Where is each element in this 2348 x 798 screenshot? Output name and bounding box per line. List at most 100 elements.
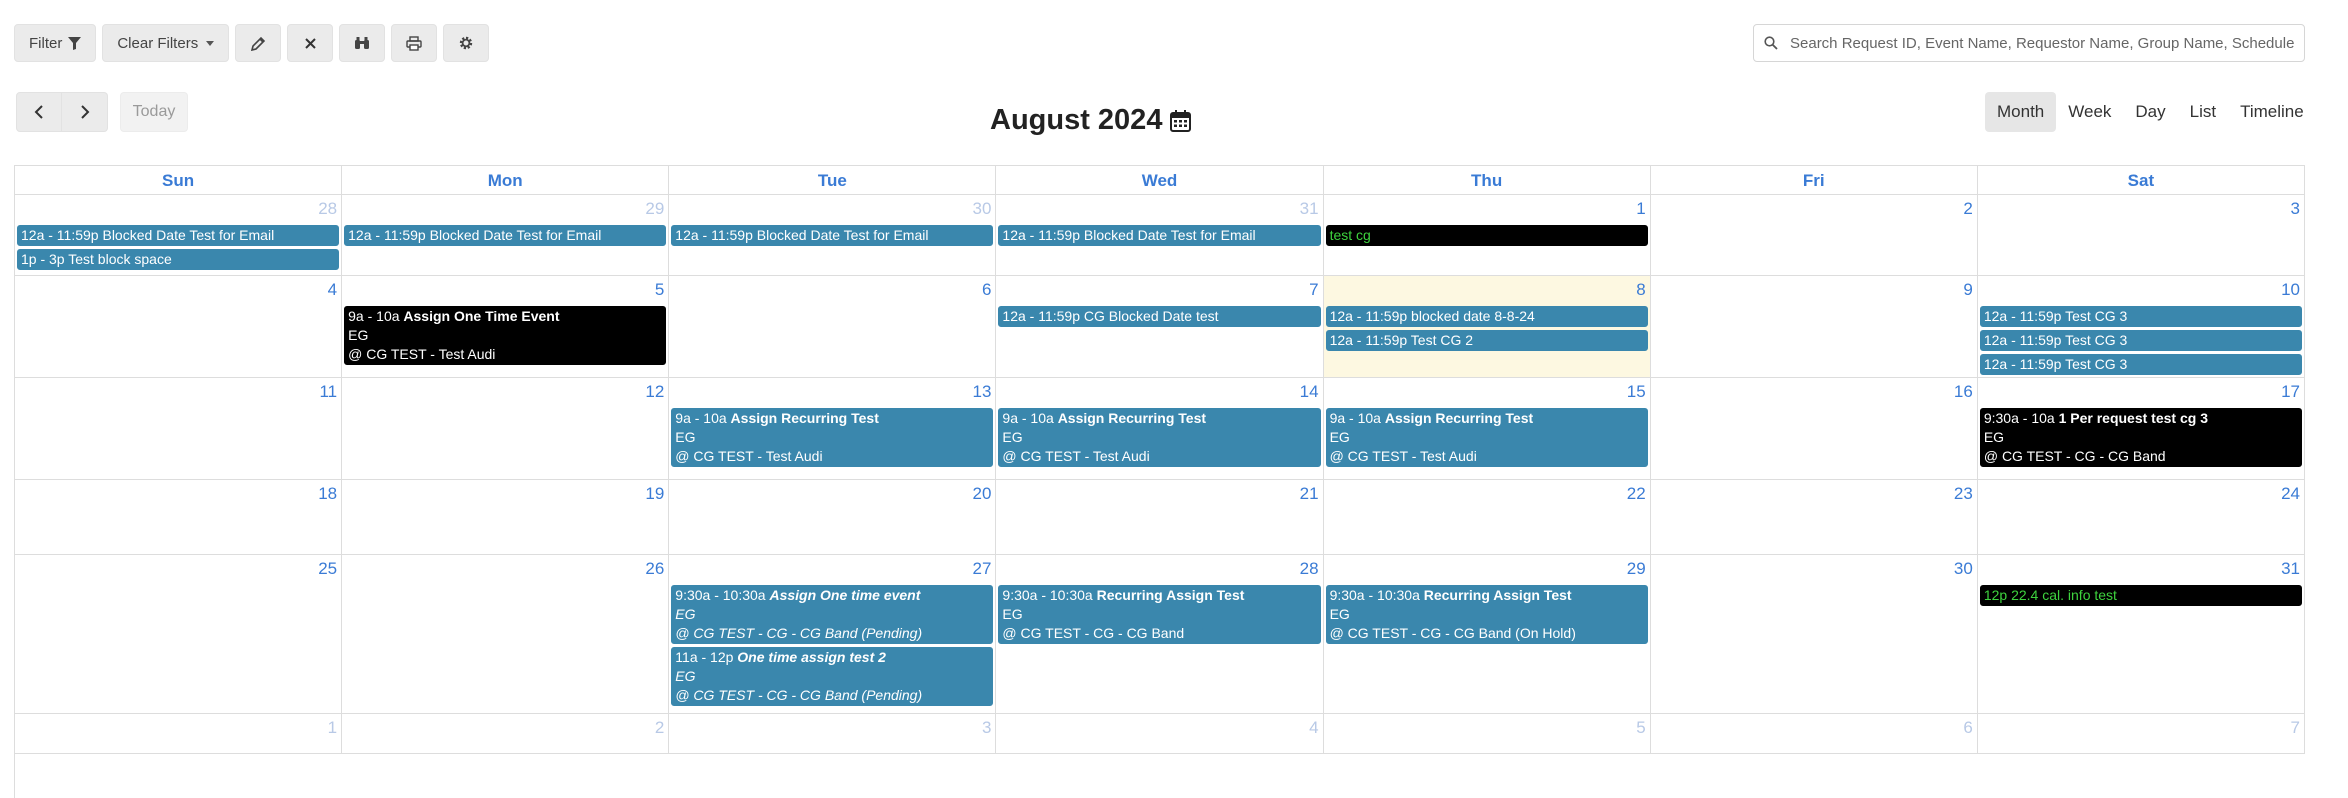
day-number[interactable]: 5 xyxy=(655,280,664,300)
day-cell[interactable]: 30 12a - 11:59p Blocked Date Test for Ema… xyxy=(669,195,997,275)
day-cell[interactable]: 3 xyxy=(1978,195,2305,275)
calendar-event[interactable]: 9:30a - 10:30a Recurring Assign Test EG @ … xyxy=(998,585,1321,644)
day-number[interactable]: 20 xyxy=(973,484,992,504)
day-cell[interactable]: 3 xyxy=(669,714,997,753)
day-number[interactable]: 7 xyxy=(1309,280,1318,300)
day-cell[interactable]: 7 xyxy=(1978,714,2305,753)
view-list-button[interactable]: List xyxy=(2178,92,2228,132)
day-cell[interactable]: 26 xyxy=(342,555,670,713)
view-week-button[interactable]: Week xyxy=(2056,92,2123,132)
day-number[interactable]: 11 xyxy=(319,382,337,402)
day-cell[interactable]: 20 xyxy=(669,480,997,554)
clear-button[interactable] xyxy=(287,24,334,62)
day-number[interactable]: 2 xyxy=(1963,199,1972,219)
day-number[interactable]: 13 xyxy=(973,382,992,402)
day-number[interactable]: 29 xyxy=(645,199,664,219)
day-cell[interactable]: 4 xyxy=(15,276,343,377)
day-number[interactable]: 28 xyxy=(1300,559,1319,579)
calendar-event[interactable]: 9a - 10a Assign Recurring Test EG @ CG TES… xyxy=(1325,408,1648,467)
calendar-icon[interactable] xyxy=(1170,109,1192,132)
view-day-button[interactable]: Day xyxy=(2123,92,2177,132)
print-button[interactable] xyxy=(391,24,438,62)
day-number[interactable]: 23 xyxy=(1954,484,1973,504)
settings-button[interactable] xyxy=(443,24,490,62)
day-cell[interactable]: 29 9:30a - 10:30a Recurring Assign Test EG… xyxy=(1324,555,1651,713)
day-number[interactable]: 16 xyxy=(1954,382,1973,402)
today-button[interactable]: Today xyxy=(120,92,188,132)
day-cell[interactable]: 16 xyxy=(1651,378,1978,479)
day-number[interactable]: 30 xyxy=(973,199,992,219)
view-month-button[interactable]: Month xyxy=(1985,92,2057,132)
clear-filters-button[interactable]: Clear Filters xyxy=(102,24,230,62)
day-number[interactable]: 6 xyxy=(1963,718,1972,738)
calendar-event[interactable]: 12a - 11:59p CG Blocked Date test xyxy=(998,306,1321,327)
day-cell[interactable]: 5 xyxy=(1324,714,1651,753)
day-cell[interactable]: 11 xyxy=(15,378,343,479)
calendar-event[interactable]: 12a - 11:59p Blocked Date Test for Email xyxy=(998,225,1321,246)
calendar-event[interactable]: 9a - 10a Assign Recurring Test EG @ CG TES… xyxy=(671,408,994,467)
calendar-event[interactable]: 9:30a - 10a 1 Per request test cg 3 EG @ C… xyxy=(1979,408,2302,467)
day-number[interactable]: 22 xyxy=(1627,484,1646,504)
calendar-event[interactable]: 12a - 11:59p blocked date 8-8-24 xyxy=(1325,306,1648,327)
day-number[interactable]: 5 xyxy=(1636,718,1645,738)
day-cell[interactable]: 7 12a - 11:59p CG Blocked Date test xyxy=(996,276,1324,377)
day-number[interactable]: 2 xyxy=(655,718,664,738)
day-number[interactable]: 19 xyxy=(645,484,664,504)
day-cell[interactable]: 22 xyxy=(1324,480,1651,554)
day-cell[interactable]: 21 xyxy=(996,480,1324,554)
day-number[interactable]: 29 xyxy=(1627,559,1646,579)
day-cell[interactable]: 2 xyxy=(342,714,670,753)
day-number[interactable]: 4 xyxy=(1309,718,1318,738)
day-number[interactable]: 4 xyxy=(328,280,337,300)
find-button[interactable] xyxy=(339,24,386,62)
day-number[interactable]: 24 xyxy=(2281,484,2300,504)
day-cell[interactable]: 30 xyxy=(1651,555,1978,713)
day-number[interactable]: 30 xyxy=(1954,559,1973,579)
day-number[interactable]: 25 xyxy=(318,559,337,579)
day-cell[interactable]: 17 9:30a - 10a 1 Per request test cg 3 EG @… xyxy=(1978,378,2305,479)
day-cell[interactable]: 25 xyxy=(15,555,343,713)
day-cell[interactable]: 24 xyxy=(1978,480,2305,554)
day-cell[interactable]: 1 test cg xyxy=(1324,195,1651,275)
day-number[interactable]: 3 xyxy=(2291,199,2300,219)
day-number[interactable]: 21 xyxy=(1300,484,1319,504)
day-number[interactable]: 10 xyxy=(2281,280,2300,300)
day-cell[interactable]: 23 xyxy=(1651,480,1978,554)
calendar-event[interactable]: 9a - 10a Assign One Time Event EG @ CG TES… xyxy=(344,306,667,365)
day-cell[interactable]: 29 12a - 11:59p Blocked Date Test for Ema… xyxy=(342,195,670,275)
day-cell[interactable]: 28 12a - 11:59p Blocked Date Test for Ema… xyxy=(15,195,343,275)
day-cell[interactable]: 31 12p 22.4 cal. info test xyxy=(1978,555,2305,713)
calendar-event[interactable]: 1p - 3p Test block space xyxy=(17,249,340,270)
day-number[interactable]: 18 xyxy=(318,484,337,504)
day-number[interactable]: 27 xyxy=(973,559,992,579)
day-cell[interactable]: 6 xyxy=(669,276,997,377)
day-cell[interactable]: 10 12a - 11:59p Test CG 3 12a - 11:59p Tes… xyxy=(1978,276,2305,377)
day-cell[interactable]: 4 xyxy=(996,714,1324,753)
day-cell[interactable]: 1 xyxy=(15,714,343,753)
day-cell[interactable]: 13 9a - 10a Assign Recurring Test EG @ CG T… xyxy=(669,378,997,479)
day-number[interactable]: 31 xyxy=(1300,199,1319,219)
day-cell[interactable]: 15 9a - 10a Assign Recurring Test EG @ CG T… xyxy=(1324,378,1651,479)
calendar-event[interactable]: 12a - 11:59p Blocked Date Test for Email xyxy=(17,225,340,246)
day-cell[interactable]: 19 xyxy=(342,480,670,554)
day-number[interactable]: 17 xyxy=(2281,382,2300,402)
calendar-event[interactable]: 9a - 10a Assign Recurring Test EG @ CG TES… xyxy=(998,408,1321,467)
day-number[interactable]: 12 xyxy=(645,382,664,402)
day-number[interactable]: 8 xyxy=(1636,280,1645,300)
calendar-event[interactable]: test cg xyxy=(1325,225,1648,246)
day-number[interactable]: 14 xyxy=(1300,382,1319,402)
calendar-event[interactable]: 12a - 11:59p Test CG 2 xyxy=(1325,330,1648,351)
next-month-button[interactable] xyxy=(62,92,108,132)
calendar-event[interactable]: 12a - 11:59p Blocked Date Test for Email xyxy=(671,225,994,246)
day-number[interactable]: 9 xyxy=(1963,280,1972,300)
day-cell[interactable]: 18 xyxy=(15,480,343,554)
prev-month-button[interactable] xyxy=(16,92,62,132)
day-number[interactable]: 31 xyxy=(2281,559,2300,579)
day-cell[interactable]: 9 xyxy=(1651,276,1978,377)
calendar-event[interactable]: 11a - 12p One time assign test 2 EG @ CG T… xyxy=(671,647,994,706)
calendar-event[interactable]: 12a - 11:59p Test CG 3 xyxy=(1979,330,2302,351)
day-number[interactable]: 3 xyxy=(982,718,991,738)
day-cell[interactable]: 6 xyxy=(1651,714,1978,753)
search-input[interactable] xyxy=(1790,34,2300,52)
calendar-event[interactable]: 12a - 11:59p Test CG 3 xyxy=(1979,306,2302,327)
